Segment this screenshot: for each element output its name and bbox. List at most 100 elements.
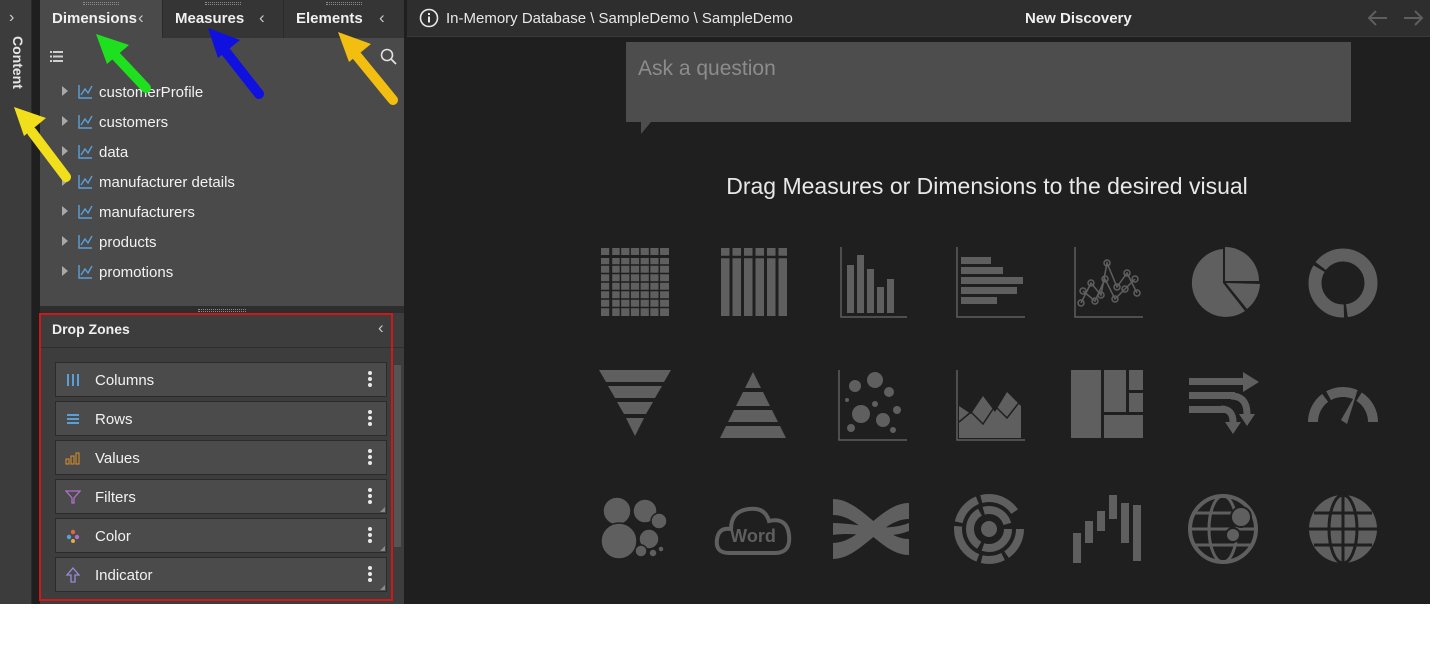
drop-zone-label: Filters bbox=[95, 489, 136, 506]
tab-elements[interactable]: Elements ‹ bbox=[284, 0, 404, 38]
horizontal-bar-icon[interactable] bbox=[949, 243, 1029, 323]
flow-icon[interactable] bbox=[1185, 366, 1265, 446]
tree-item[interactable]: products bbox=[40, 228, 400, 256]
drop-zone-color[interactable]: Color bbox=[55, 518, 387, 553]
dimension-hierarchy-icon bbox=[78, 85, 93, 99]
tree-item-label[interactable]: promotions bbox=[99, 264, 173, 281]
back-arrow-icon[interactable] bbox=[1366, 9, 1388, 27]
grid-icon[interactable] bbox=[595, 243, 675, 323]
forward-arrow-icon[interactable] bbox=[1403, 9, 1425, 27]
waterfall-icon[interactable] bbox=[1067, 489, 1147, 569]
tab-measures-label[interactable]: Measures bbox=[175, 10, 244, 27]
drop-zone-rows[interactable]: Rows bbox=[55, 401, 387, 436]
values-icon bbox=[65, 452, 80, 465]
more-options-icon[interactable] bbox=[363, 370, 377, 390]
expand-caret-icon[interactable] bbox=[62, 266, 68, 276]
treemap-icon[interactable] bbox=[1067, 366, 1147, 446]
donut-chart-icon[interactable] bbox=[1303, 243, 1383, 323]
tree-toolbar bbox=[40, 38, 404, 76]
funnel-icon[interactable] bbox=[595, 366, 675, 446]
tab-measures[interactable]: Measures ‹ bbox=[163, 0, 283, 38]
tab-dimensions-label[interactable]: Dimensions bbox=[52, 10, 137, 27]
collapse-chevron-icon[interactable]: ‹ bbox=[378, 318, 384, 338]
expand-chevron-icon[interactable]: › bbox=[9, 10, 14, 26]
tab-dimensions[interactable]: Dimensions ‹ bbox=[40, 0, 162, 38]
drop-zone-values[interactable]: Values bbox=[55, 440, 387, 475]
gauge-icon[interactable] bbox=[1303, 366, 1383, 446]
filter-icon bbox=[65, 490, 81, 504]
search-icon[interactable] bbox=[380, 48, 397, 65]
tree-item-label[interactable]: manufacturers bbox=[99, 204, 195, 221]
packed-bubbles-icon[interactable] bbox=[595, 489, 675, 569]
tree-item-label[interactable]: manufacturer details bbox=[99, 174, 235, 191]
panel-splitter[interactable] bbox=[198, 309, 246, 312]
dimension-hierarchy-icon bbox=[78, 265, 93, 279]
tree-item[interactable]: customerProfile bbox=[40, 78, 400, 106]
drop-zone-indicator[interactable]: Indicator bbox=[55, 557, 387, 592]
drop-zone-label: Columns bbox=[95, 372, 155, 389]
collapse-chevron-icon[interactable]: ‹ bbox=[379, 8, 385, 28]
ask-question-input[interactable] bbox=[638, 56, 1328, 82]
drop-zone-filters[interactable]: Filters bbox=[55, 479, 387, 514]
tree-item-label[interactable]: data bbox=[99, 144, 128, 161]
globe-map-icon[interactable] bbox=[1303, 489, 1383, 569]
tree-item-label[interactable]: customers bbox=[99, 114, 168, 131]
page-title[interactable]: New Discovery bbox=[1025, 10, 1132, 27]
drop-zone-columns[interactable]: Columns bbox=[55, 362, 387, 397]
expand-caret-icon[interactable] bbox=[62, 176, 68, 186]
bar-chart-icon[interactable] bbox=[831, 243, 911, 323]
resize-handle[interactable] bbox=[380, 585, 385, 590]
sunburst-icon[interactable] bbox=[949, 489, 1029, 569]
discovery-main: In-Memory Database \ SampleDemo \ Sample… bbox=[407, 0, 1430, 604]
more-options-icon[interactable] bbox=[363, 526, 377, 546]
more-options-icon[interactable] bbox=[363, 565, 377, 585]
column-table-icon[interactable] bbox=[713, 243, 793, 323]
more-options-icon[interactable] bbox=[363, 448, 377, 468]
expand-caret-icon[interactable] bbox=[62, 236, 68, 246]
tree-item[interactable]: promotions bbox=[40, 258, 400, 286]
bubble-scatter-icon[interactable] bbox=[831, 366, 911, 446]
expand-caret-icon[interactable] bbox=[62, 116, 68, 126]
collapse-chevron-icon[interactable]: ‹ bbox=[259, 8, 265, 28]
pie-chart-icon[interactable] bbox=[1185, 243, 1265, 323]
drop-zone-label: Values bbox=[95, 450, 140, 467]
tab-elements-label[interactable]: Elements bbox=[296, 10, 363, 27]
pyramid-icon[interactable] bbox=[713, 366, 793, 446]
ask-question-box[interactable] bbox=[626, 42, 1351, 134]
info-icon[interactable] bbox=[419, 8, 439, 28]
area-chart-icon[interactable] bbox=[949, 366, 1029, 446]
drop-zone-label: Rows bbox=[95, 411, 133, 428]
tree-item-label[interactable]: customerProfile bbox=[99, 84, 203, 101]
tab-grip[interactable] bbox=[326, 2, 362, 5]
more-options-icon[interactable] bbox=[363, 409, 377, 429]
scrollbar[interactable] bbox=[394, 365, 401, 547]
tree-item[interactable]: manufacturer details bbox=[40, 168, 400, 196]
bubble-map-icon[interactable] bbox=[1185, 489, 1265, 569]
tree-item[interactable]: manufacturers bbox=[40, 198, 400, 226]
content-rail[interactable]: › Content bbox=[0, 0, 32, 604]
content-rail-label[interactable]: Content bbox=[6, 36, 26, 89]
resize-handle[interactable] bbox=[380, 507, 385, 512]
indicator-icon bbox=[65, 567, 81, 583]
expand-caret-icon[interactable] bbox=[62, 86, 68, 96]
word-cloud-icon[interactable]: Word bbox=[713, 489, 793, 569]
dimension-hierarchy-icon bbox=[78, 145, 93, 159]
tab-grip[interactable] bbox=[83, 2, 119, 5]
more-options-icon[interactable] bbox=[363, 487, 377, 507]
expand-caret-icon[interactable] bbox=[62, 206, 68, 216]
sankey-icon[interactable] bbox=[831, 489, 911, 569]
resize-handle[interactable] bbox=[380, 546, 385, 551]
collapse-chevron-icon[interactable]: ‹ bbox=[138, 8, 144, 28]
tree-item[interactable]: data bbox=[40, 138, 400, 166]
list-view-icon[interactable] bbox=[50, 51, 63, 62]
tab-grip[interactable] bbox=[205, 2, 241, 5]
scatter-line-icon[interactable] bbox=[1067, 243, 1147, 323]
tree-item-label[interactable]: products bbox=[99, 234, 157, 251]
dimension-tree: customerProfile customers data manufacturer… bbox=[40, 38, 404, 306]
expand-caret-icon[interactable] bbox=[62, 146, 68, 156]
breadcrumb: In-Memory Database \ SampleDemo \ Sample… bbox=[446, 10, 793, 27]
top-bar: In-Memory Database \ SampleDemo \ Sample… bbox=[407, 0, 1430, 37]
drop-zones-header: Drop Zones ‹ bbox=[40, 313, 404, 348]
dimension-hierarchy-icon bbox=[78, 175, 93, 189]
tree-item[interactable]: customers bbox=[40, 108, 400, 136]
